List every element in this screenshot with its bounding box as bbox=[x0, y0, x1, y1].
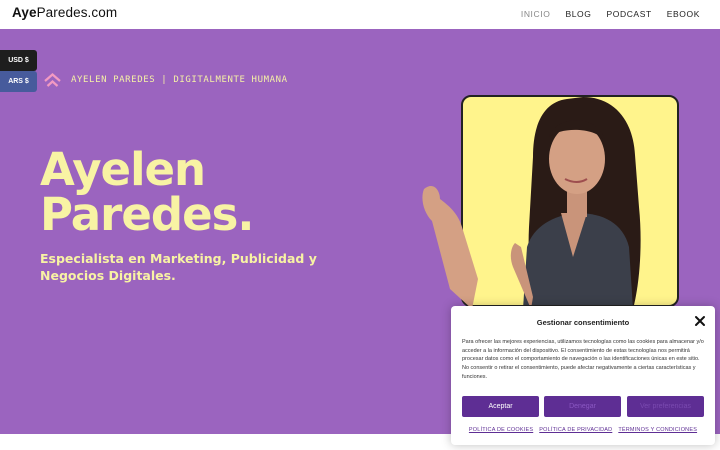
nav-ebook[interactable]: EBOOK bbox=[667, 9, 700, 19]
nav-blog[interactable]: BLOG bbox=[565, 9, 591, 19]
main-nav: INICIO BLOG PODCAST EBOOK bbox=[521, 9, 700, 19]
chevron-up-logo-icon bbox=[44, 73, 61, 87]
hero-title-line1: Ayelen bbox=[40, 143, 206, 196]
cookie-dialog-body: Para ofrecer las mejores experiencias, u… bbox=[462, 339, 704, 380]
currency-ars-button[interactable]: ARS $ bbox=[0, 71, 37, 92]
accept-button[interactable]: Aceptar bbox=[462, 396, 539, 417]
cookie-policy-link[interactable]: POLÍTICA DE COOKIES bbox=[469, 427, 533, 433]
privacy-policy-link[interactable]: POLÍTICA DE PRIVACIDAD bbox=[539, 427, 612, 433]
site-logo[interactable]: AyeParedes.com bbox=[12, 5, 117, 20]
terms-link[interactable]: TÉRMINOS Y CONDICIONES bbox=[618, 427, 697, 433]
hero-title-line2: Paredes. bbox=[40, 188, 254, 241]
nav-inicio[interactable]: INICIO bbox=[521, 9, 551, 19]
waving-hand-icon bbox=[422, 186, 478, 309]
hero-tagline-row: AYELEN PAREDES | DIGITALMENTE HUMANA bbox=[44, 73, 288, 87]
cookie-policy-links: POLÍTICA DE COOKIES POLÍTICA DE PRIVACID… bbox=[451, 427, 715, 433]
hero-subtitle: Especialista en Marketing, Publicidad y … bbox=[40, 251, 317, 283]
portrait-figure-icon bbox=[510, 97, 641, 305]
preferences-button[interactable]: Ver preferencias bbox=[627, 396, 704, 417]
site-header: AyeParedes.com INICIO BLOG PODCAST EBOOK bbox=[0, 0, 720, 29]
portrait-photo bbox=[461, 95, 679, 307]
currency-usd-button[interactable]: USD $ bbox=[0, 50, 37, 71]
cookie-consent-dialog: Gestionar consentimiento Para ofrecer la… bbox=[451, 306, 715, 445]
hero-tagline: AYELEN PAREDES | DIGITALMENTE HUMANA bbox=[71, 75, 288, 85]
hero-title: Ayelen Paredes. bbox=[40, 143, 254, 241]
logo-rest: Paredes.com bbox=[36, 5, 118, 20]
logo-bold: Aye bbox=[12, 5, 37, 20]
close-icon[interactable] bbox=[694, 315, 706, 327]
deny-button[interactable]: Denegar bbox=[544, 396, 621, 417]
cookie-dialog-title: Gestionar consentimiento bbox=[536, 318, 630, 327]
nav-podcast[interactable]: PODCAST bbox=[606, 9, 651, 19]
